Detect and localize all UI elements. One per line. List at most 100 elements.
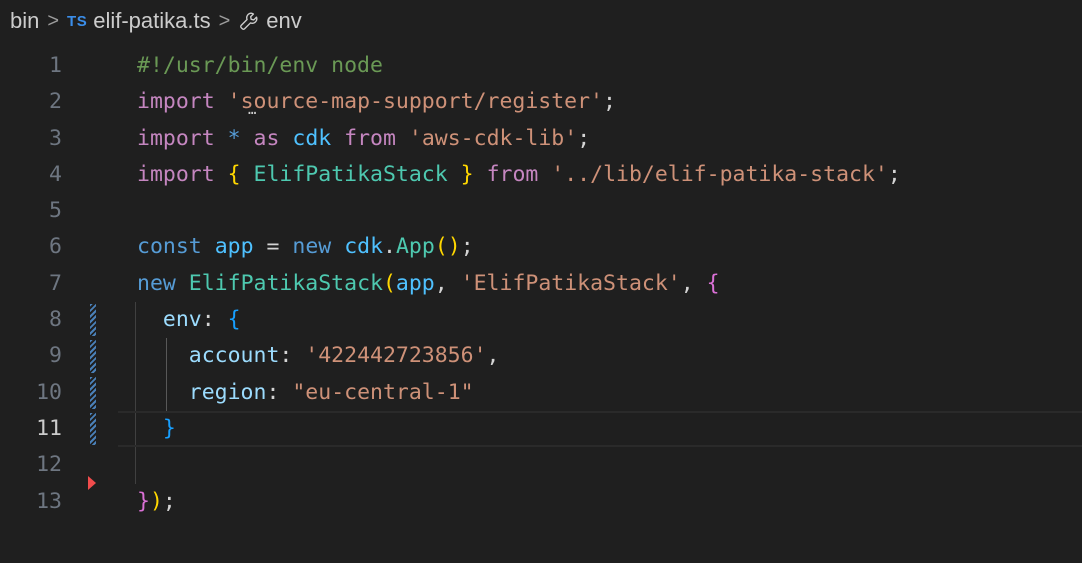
- line-number: 7: [49, 270, 62, 296]
- code-token: {: [706, 270, 720, 296]
- line-number: 12: [36, 452, 62, 478]
- modified-line-marker[interactable]: [90, 304, 96, 337]
- code-token: ElifPatikaStack: [253, 161, 448, 187]
- code-token: region: [188, 379, 267, 405]
- code-token: ;: [887, 161, 901, 187]
- code-token: ,: [434, 270, 448, 296]
- modified-line-marker[interactable]: [90, 340, 96, 373]
- code-editor[interactable]: bin > TS elif-patika.ts > env 1 #!/usr/bi…: [0, 0, 1082, 563]
- code-token: '422442723856': [305, 343, 487, 369]
- modified-line-marker[interactable]: [90, 412, 96, 446]
- code-token: new: [137, 270, 176, 296]
- line-content: import 'source-map-support/register';: [137, 84, 616, 120]
- code-line[interactable]: 6 const app = new cdk.App();: [0, 229, 1082, 265]
- code-token: const: [137, 234, 202, 260]
- code-token: (: [382, 270, 396, 296]
- line-content: import * as cdk from 'aws-cdk-lib';: [137, 121, 590, 157]
- modified-line-marker[interactable]: [90, 376, 96, 409]
- code-token: }: [137, 488, 150, 514]
- code-line[interactable]: 3 import * as cdk from 'aws-cdk-lib';: [0, 121, 1082, 157]
- line-number: 3: [49, 125, 62, 151]
- code-line[interactable]: 7 new ElifPatikaStack(app, 'ElifPatikaSta…: [0, 266, 1082, 302]
- line-number: 6: [49, 234, 62, 260]
- line-content: import { ElifPatikaStack } from '../lib/…: [137, 157, 901, 193]
- breadcrumb-symbol[interactable]: env: [266, 8, 301, 34]
- code-line[interactable]: 11 }: [0, 410, 1082, 448]
- code-token: ElifPatikaStack: [188, 270, 383, 296]
- code-token: env: [162, 307, 202, 333]
- code-token: *: [227, 125, 241, 151]
- code-line[interactable]: 1 #!/usr/bin/env node: [0, 48, 1082, 84]
- line-number: 9: [49, 343, 62, 369]
- code-token: 'source-map-support/register': [227, 89, 604, 115]
- code-token: as: [253, 125, 280, 151]
- code-token: account: [188, 343, 280, 369]
- deleted-line-marker[interactable]: [88, 475, 96, 490]
- breadcrumb-file[interactable]: elif-patika.ts: [93, 8, 210, 34]
- code-token: (): [434, 234, 461, 260]
- code-token: {: [227, 307, 241, 333]
- code-token: App: [395, 234, 435, 260]
- indent-guide: [135, 302, 136, 339]
- code-token: 'ElifPatikaStack': [460, 270, 681, 296]
- indent-guide: [135, 410, 136, 448]
- code-token: ): [149, 488, 163, 514]
- typescript-file-icon: TS: [67, 12, 88, 30]
- indent-guide: [135, 338, 136, 375]
- code-token: from: [486, 161, 539, 187]
- line-content: const app = new cdk.App();: [137, 229, 474, 265]
- line-content: region: "eu-central-1": [137, 375, 474, 411]
- code-line[interactable]: 8 env: {: [0, 302, 1082, 339]
- code-token: '../lib/elif-patika-stack': [551, 161, 888, 187]
- code-token: import: [137, 125, 215, 151]
- chevron-right-icon: >: [218, 9, 231, 32]
- code-line[interactable]: 10 region: "eu-central-1": [0, 374, 1082, 411]
- code-token: app: [395, 270, 435, 296]
- code-token: "eu-central-1": [292, 379, 474, 405]
- line-number: 2: [49, 89, 62, 115]
- code-token: ,: [486, 343, 500, 369]
- code-token: :: [279, 343, 293, 369]
- code-line[interactable]: 9 account: '422442723856',: [0, 338, 1082, 375]
- line-number: 10: [36, 379, 62, 405]
- code-line[interactable]: 13});: [0, 475, 1082, 520]
- code-line[interactable]: 2… import 'source-map-support/register';: [0, 84, 1082, 120]
- line-number: 8: [49, 307, 62, 333]
- line-content: }: [137, 411, 176, 447]
- breadcrumb-folder[interactable]: bin: [10, 8, 39, 34]
- code-token: }: [460, 161, 474, 187]
- code-token: cdk: [292, 125, 332, 151]
- code-token: ,: [680, 270, 694, 296]
- code-line[interactable]: 4 import { ElifPatikaStack } from '../lib…: [0, 157, 1082, 193]
- code-line[interactable]: 12: [0, 447, 1082, 484]
- code-token: :: [266, 379, 280, 405]
- code-line[interactable]: 5: [0, 193, 1082, 229]
- code-token: #!/usr/bin/env node: [137, 53, 383, 78]
- line-number: 11: [36, 415, 62, 441]
- line-content: new ElifPatikaStack(app, 'ElifPatikaStac…: [137, 266, 720, 302]
- line-number: 5: [49, 198, 62, 224]
- code-area[interactable]: 1 #!/usr/bin/env node 2… import 'source-map…: [0, 48, 1082, 520]
- line-number: 4: [49, 161, 62, 187]
- code-token: ;: [460, 234, 474, 260]
- line-content: });: [137, 484, 176, 520]
- wrench-icon: [240, 12, 258, 30]
